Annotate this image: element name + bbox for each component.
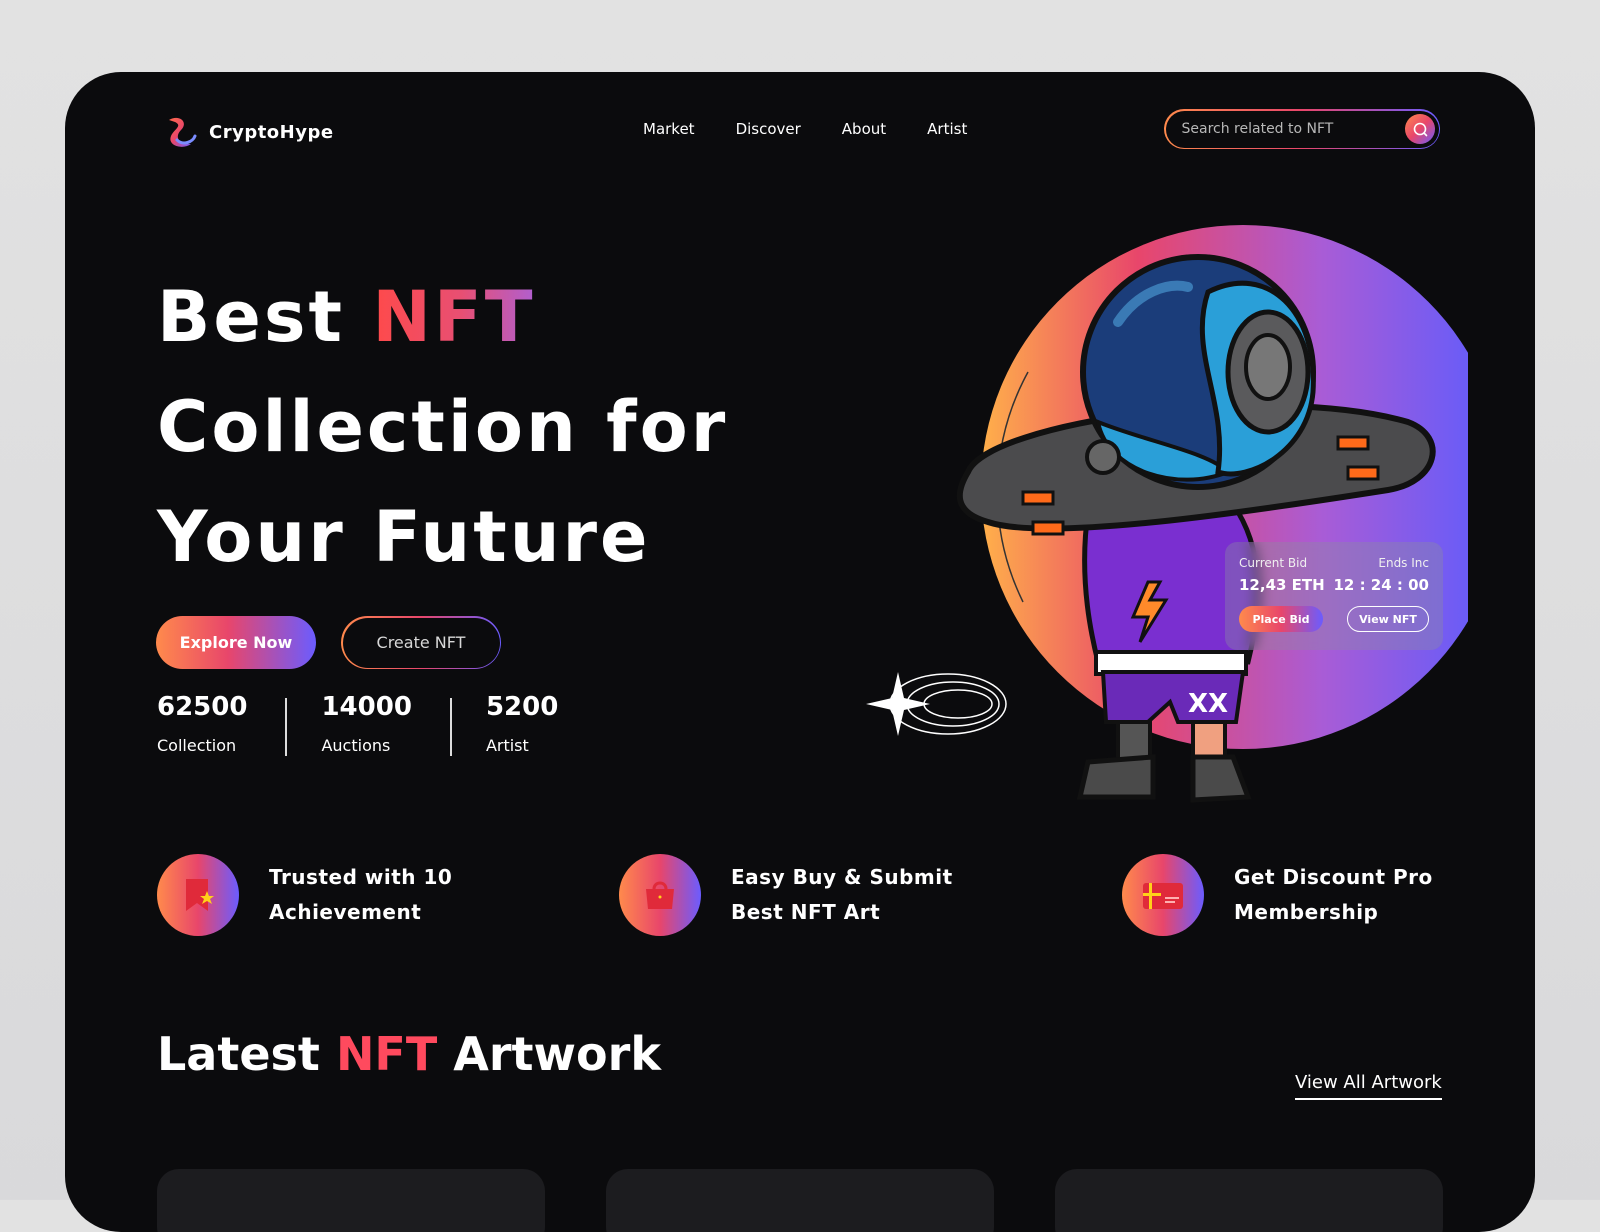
view-nft-button[interactable]: View NFT: [1347, 606, 1429, 632]
feature-discount: Get Discount Pro Membership: [1122, 854, 1433, 936]
nav-discover[interactable]: Discover: [736, 120, 801, 138]
latest-title-accent: NFT: [335, 1027, 438, 1081]
latest-artwork-title: Latest NFT Artwork: [157, 1027, 661, 1081]
feature-line2: Achievement: [269, 900, 422, 924]
stat-auctions: 14000 Auctions: [321, 692, 411, 756]
hero-title-prefix: Best: [157, 276, 373, 358]
artwork-card[interactable]: [157, 1169, 545, 1232]
create-nft-label: Create NFT: [342, 617, 500, 668]
search-icon: [1413, 122, 1427, 137]
hero-nft-illustration: XX: [866, 225, 1468, 803]
nav-artist[interactable]: Artist: [927, 120, 967, 138]
stat-divider: [449, 698, 452, 756]
feature-easy-buy: Easy Buy & Submit Best NFT Art: [619, 854, 953, 936]
logo-swirl-icon: [169, 117, 197, 147]
stat-artist: 5200 Artist: [486, 692, 558, 756]
sparkle-icon: [866, 672, 930, 736]
feature-line1: Get Discount Pro: [1234, 865, 1433, 889]
feature-line1: Trusted with 10: [269, 865, 453, 889]
search-bar: [1164, 109, 1440, 149]
feature-line2: Best NFT Art: [731, 900, 881, 924]
hero-title-accent: NFT: [372, 276, 536, 358]
stat-value: 5200: [485, 692, 559, 722]
ends-label: Ends Inc: [1378, 556, 1429, 570]
stat-divider: [285, 698, 288, 756]
stats-row: 62500 Collection 14000 Auctions 5200 Art…: [157, 692, 558, 756]
artwork-card[interactable]: [1055, 1169, 1443, 1232]
brand-name: CryptoHype: [209, 121, 334, 143]
nav-market[interactable]: Market: [643, 120, 695, 138]
hero-title: Best NFT Collection for Your Future: [157, 262, 728, 592]
current-bid-card: Current Bid Ends Inc 12,43 ETH 12 : 24 :…: [1225, 542, 1443, 650]
stat-value: 14000: [321, 692, 412, 722]
latest-title-prefix: Latest: [157, 1027, 336, 1081]
place-bid-button[interactable]: Place Bid: [1239, 606, 1323, 632]
view-all-artwork-link[interactable]: View All Artwork: [1295, 1072, 1442, 1100]
current-bid-label: Current Bid: [1239, 556, 1308, 570]
svg-text:XX: XX: [1188, 689, 1228, 719]
stat-value: 62500: [157, 692, 248, 722]
stat-label: Artist: [485, 736, 529, 755]
create-nft-button[interactable]: Create NFT: [341, 616, 501, 669]
artwork-card[interactable]: [606, 1169, 994, 1232]
bookmark-star-icon: [157, 854, 239, 936]
ticket-card-icon: [1122, 854, 1204, 936]
hero-title-line3: Your Future: [157, 496, 651, 578]
latest-title-suffix: Artwork: [437, 1027, 661, 1081]
stat-label: Auctions: [321, 736, 391, 755]
shopping-bag-icon: [619, 854, 701, 936]
search-input[interactable]: [1179, 120, 1405, 138]
feature-line2: Membership: [1234, 900, 1379, 924]
app-frame: CryptoHype Market Discover About Artist …: [65, 72, 1535, 1232]
feature-line1: Easy Buy & Submit: [731, 865, 953, 889]
explore-now-button[interactable]: Explore Now: [156, 616, 316, 669]
main-nav: Market Discover About Artist: [643, 120, 967, 138]
nav-about[interactable]: About: [842, 120, 886, 138]
current-bid-value: 12,43 ETH: [1239, 576, 1325, 594]
search-button[interactable]: [1404, 114, 1435, 144]
stat-label: Collection: [157, 736, 237, 755]
brand-logo[interactable]: CryptoHype: [161, 112, 334, 152]
stat-collection: 62500 Collection: [157, 692, 247, 756]
hero-title-line2: Collection for: [157, 386, 729, 468]
feature-trusted: Trusted with 10 Achievement: [157, 854, 452, 936]
countdown-value: 12 : 24 : 00: [1333, 576, 1429, 594]
